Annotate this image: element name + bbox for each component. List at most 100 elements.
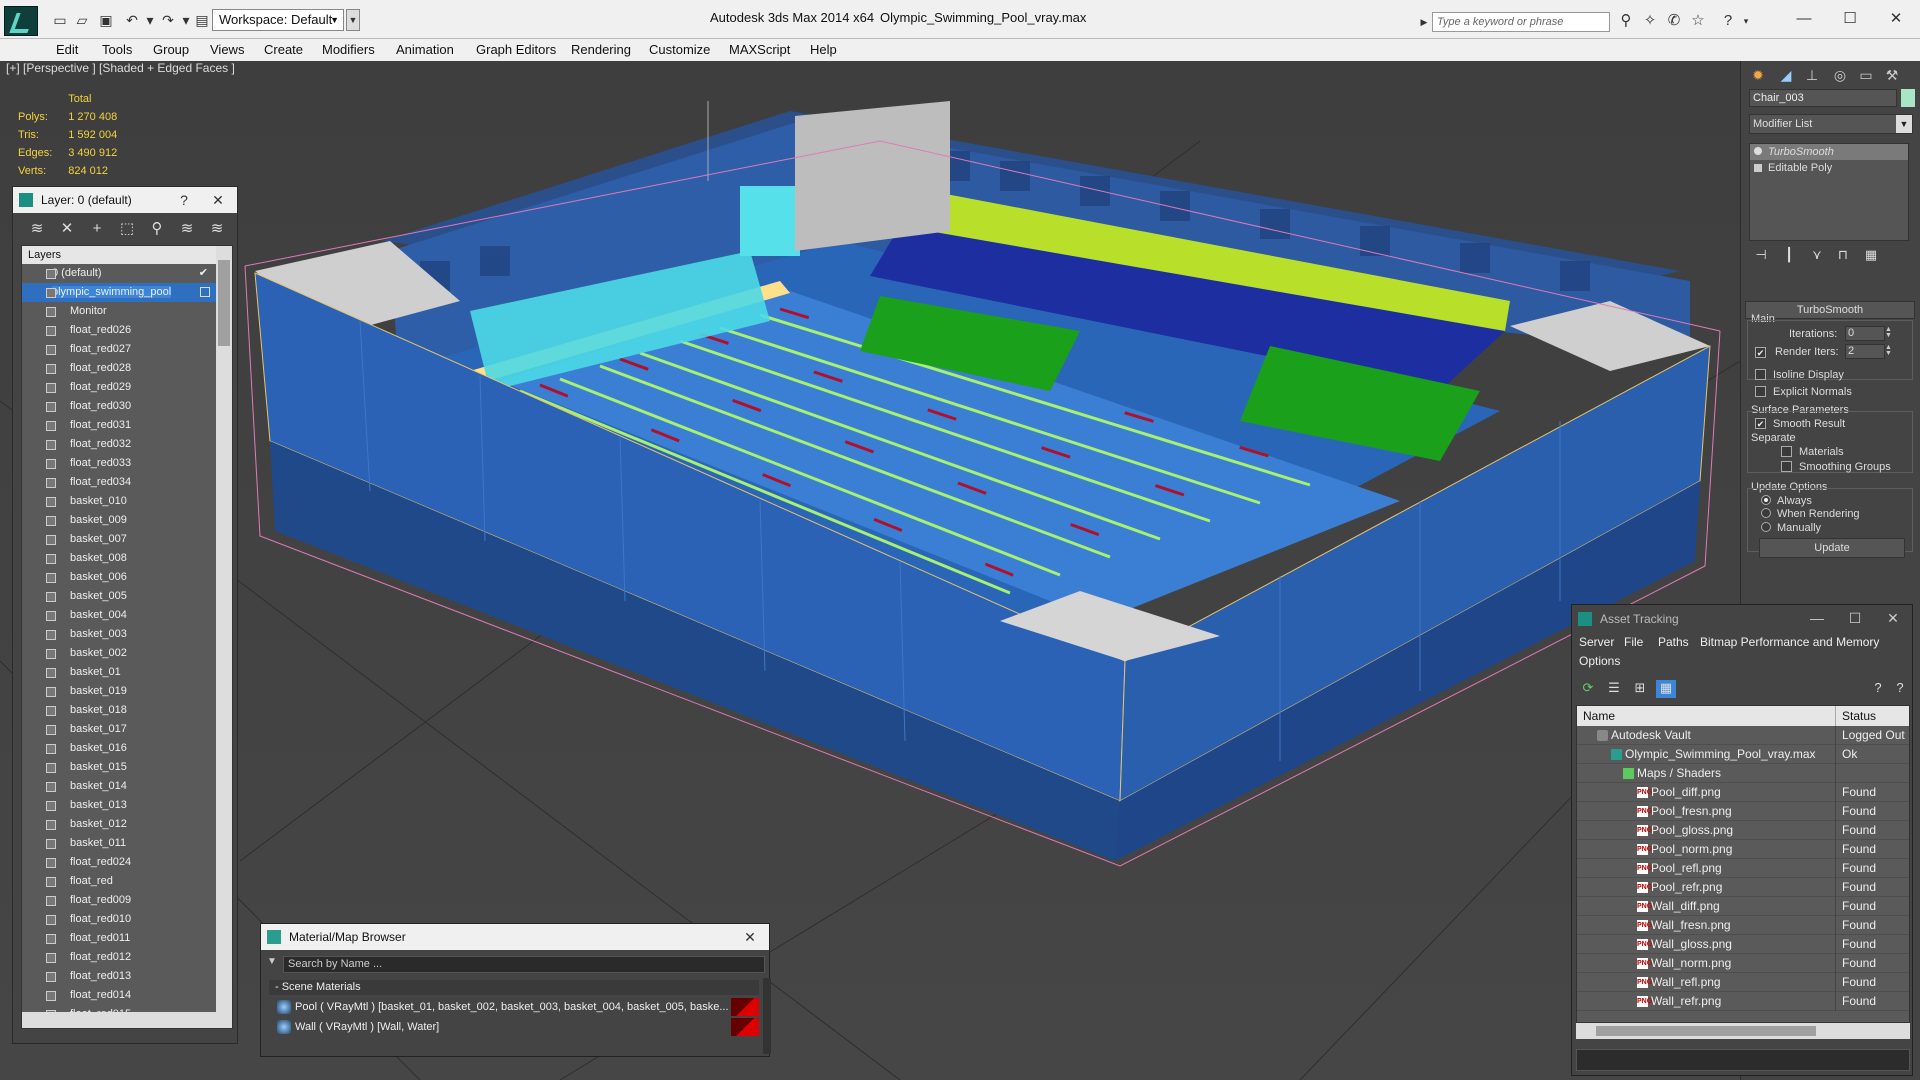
pin-stack-icon[interactable]: ⊣ <box>1751 247 1771 265</box>
layer-object-row[interactable]: float_red <box>22 872 232 891</box>
asset-menu-server[interactable]: Server <box>1579 635 1614 649</box>
favorites-star-icon[interactable]: ☆ <box>1688 11 1708 31</box>
asset-row[interactable]: Olympic_Swimming_Pool_vray.max Ok <box>1577 745 1909 764</box>
stack-item-turbosmooth[interactable]: TurboSmooth <box>1750 144 1908 160</box>
close-button[interactable]: ✕ <box>1876 8 1916 30</box>
layer-dialog-titlebar[interactable]: Layer: 0 (default) ? ✕ <box>13 187 237 213</box>
asset-row[interactable]: Maps / Shaders <box>1577 764 1909 783</box>
hide-all-icon[interactable]: ≋ <box>177 219 197 239</box>
show-end-result-icon[interactable]: ┃ <box>1779 247 1799 265</box>
layer-object-row[interactable]: basket_005 <box>22 587 232 606</box>
spinner-arrows-icon[interactable]: ▲ ▼ <box>1885 326 1894 340</box>
layer-object-row[interactable]: float_red030 <box>22 397 232 416</box>
layer-object-row[interactable]: float_red026 <box>22 321 232 340</box>
layer-object-row[interactable]: float_red013 <box>22 967 232 986</box>
asset-tracking-titlebar[interactable]: Asset Tracking — ☐ ✕ <box>1572 605 1912 633</box>
modify-tab-icon[interactable]: ◢ <box>1775 65 1797 85</box>
asset-row[interactable]: PNG Pool_norm.png Found <box>1577 840 1909 859</box>
layer-object-row[interactable]: basket_019 <box>22 682 232 701</box>
new-file-icon[interactable]: ▭ <box>50 10 70 30</box>
asset-hscroll[interactable] <box>1576 1023 1910 1039</box>
material-close-button[interactable]: ✕ <box>737 924 763 950</box>
subscription-icon[interactable]: ✧ <box>1640 11 1660 31</box>
col-status-header[interactable]: Status <box>1835 706 1876 726</box>
layer-list-vscroll[interactable] <box>216 246 232 1028</box>
layer-object-row[interactable]: basket_015 <box>22 758 232 777</box>
material-row-wall[interactable]: Wall ( VRayMtl ) [Wall, Water] <box>275 1018 759 1036</box>
stack-item-editable-poly[interactable]: Editable Poly <box>1750 160 1908 176</box>
utilities-tab-icon[interactable]: ⚒ <box>1881 65 1903 85</box>
always-radio[interactable] <box>1761 495 1771 505</box>
spinner-arrows-icon[interactable]: ▲ ▼ <box>1885 344 1894 358</box>
layer-object-row[interactable]: float_red029 <box>22 378 232 397</box>
binoculars-icon[interactable]: ⚲ <box>1616 11 1636 31</box>
smoothing-groups-checkbox[interactable] <box>1781 461 1792 472</box>
layer-object-row[interactable]: float_red009 <box>22 891 232 910</box>
asset-row[interactable]: PNG Pool_gloss.png Found <box>1577 821 1909 840</box>
layer-object-row[interactable]: float_red032 <box>22 435 232 454</box>
asset-row[interactable]: PNG Pool_refl.png Found <box>1577 859 1909 878</box>
list-view-icon[interactable]: ☰ <box>1604 680 1624 698</box>
current-layer-box[interactable] <box>200 287 210 297</box>
minimize-button[interactable]: — <box>1784 8 1824 30</box>
menu-group[interactable]: Group <box>153 42 189 57</box>
layer-object-row[interactable]: basket_007 <box>22 530 232 549</box>
asset-row[interactable]: PNG Pool_fresn.png Found <box>1577 802 1909 821</box>
asset-help-icon[interactable]: ? <box>1868 680 1888 698</box>
asset-close-button[interactable]: ✕ <box>1880 605 1906 631</box>
layer-object-row[interactable]: float_red012 <box>22 948 232 967</box>
layer-object-row[interactable]: basket_006 <box>22 568 232 587</box>
undo-dropdown-icon[interactable]: ▾ <box>140 10 160 30</box>
materials-checkbox[interactable] <box>1781 446 1792 457</box>
layer-object-row[interactable]: Monitor <box>22 302 232 321</box>
menu-views[interactable]: Views <box>210 42 244 57</box>
scroll-thumb[interactable] <box>1596 1026 1816 1036</box>
layer-object-row[interactable]: float_red033 <box>22 454 232 473</box>
col-name-header[interactable]: Name <box>1583 706 1615 726</box>
asset-row[interactable]: PNG Wall_norm.png Found <box>1577 954 1909 973</box>
browser-options-icon[interactable]: ▼ <box>267 956 277 967</box>
help-icon[interactable]: ? <box>1718 11 1738 31</box>
layer-object-row[interactable]: basket_013 <box>22 796 232 815</box>
layer-object-row[interactable]: basket_010 <box>22 492 232 511</box>
menu-help[interactable]: Help <box>810 42 837 57</box>
iterations-spinner[interactable]: 0 ▲ ▼ <box>1845 326 1892 341</box>
asset-menu-options[interactable]: Options <box>1579 654 1620 668</box>
table-view-icon[interactable]: ▦ <box>1656 680 1676 698</box>
asset-row[interactable]: Autodesk Vault Logged Out ... <box>1577 726 1909 745</box>
quick-access-dropdown[interactable]: ▼ <box>346 9 360 31</box>
object-color-swatch[interactable] <box>1901 89 1915 107</box>
asset-row[interactable]: PNG Pool_refr.png Found <box>1577 878 1909 897</box>
asset-menu-file[interactable]: File <box>1624 635 1643 649</box>
layer-object-row[interactable]: float_red010 <box>22 910 232 929</box>
layer-object-row[interactable]: float_red028 <box>22 359 232 378</box>
update-button[interactable]: Update <box>1759 538 1905 558</box>
layer-object-row[interactable]: basket_004 <box>22 606 232 625</box>
tree-view-icon[interactable]: ⊞ <box>1630 680 1650 698</box>
display-tab-icon[interactable]: ▭ <box>1855 65 1877 85</box>
layer-object-row[interactable]: float_red031 <box>22 416 232 435</box>
manually-radio[interactable] <box>1761 522 1771 532</box>
asset-menu-paths[interactable]: Paths <box>1658 635 1689 649</box>
menu-maxscript[interactable]: MAXScript <box>729 42 790 57</box>
menu-graph-editors[interactable]: Graph Editors <box>476 42 556 57</box>
add-to-layer-icon[interactable]: + <box>87 219 107 239</box>
save-icon[interactable]: ▣ <box>96 10 116 30</box>
redo-icon[interactable]: ↷ <box>158 10 178 30</box>
create-tab-icon[interactable]: ✹ <box>1747 65 1769 85</box>
explicit-normals-checkbox[interactable] <box>1755 386 1766 397</box>
layer-object-row[interactable]: basket_012 <box>22 815 232 834</box>
refresh-icon[interactable]: ⟳ <box>1578 680 1598 698</box>
modifier-list-dropdown[interactable]: Modifier List ▼ <box>1749 114 1913 134</box>
isoline-checkbox[interactable] <box>1755 369 1766 380</box>
asset-row[interactable]: PNG Pool_diff.png Found <box>1577 783 1909 802</box>
expand-icon[interactable] <box>1754 164 1762 172</box>
search-expand-icon[interactable]: ▶ <box>1418 12 1430 32</box>
select-objects-icon[interactable]: ⬚ <box>117 219 137 239</box>
layer-close-button[interactable]: ✕ <box>205 187 231 213</box>
configure-sets-icon[interactable]: ▦ <box>1861 247 1881 265</box>
layer-row-default[interactable]: 0 (default) ✔ <box>22 264 232 283</box>
asset-row[interactable]: PNG Wall_fresn.png Found <box>1577 916 1909 935</box>
menu-animation[interactable]: Animation <box>396 42 454 57</box>
remove-modifier-icon[interactable]: ⊓ <box>1833 247 1853 265</box>
